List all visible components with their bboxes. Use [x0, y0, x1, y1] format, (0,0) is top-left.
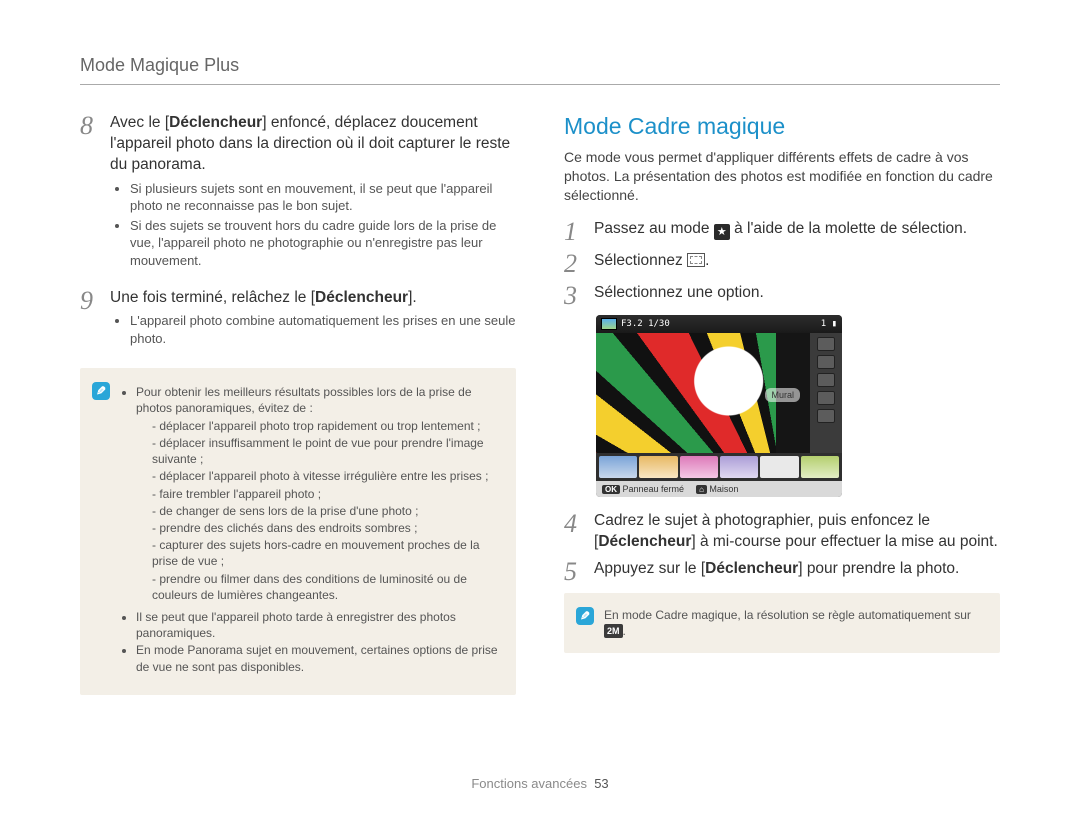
text: . [705, 252, 709, 269]
camera-bottom-bar: OK Panneau fermé ⌂ Maison [596, 481, 842, 497]
side-icon [817, 391, 835, 405]
step-number: 8 [80, 113, 98, 282]
frame-name-label: Mural [765, 388, 800, 402]
shutter-label: Déclencheur [705, 560, 798, 577]
bullet: Si des sujets se trouvent hors du cadre … [130, 217, 516, 270]
step-text: Sélectionnez une option. [594, 283, 764, 309]
text: Avec le [ [110, 114, 169, 131]
thumbnail-icon [601, 318, 617, 330]
frame-thumb [720, 456, 758, 478]
frame-thumb [680, 456, 718, 478]
tip-extra: Il se peut que l'appareil photo tarde à … [136, 609, 502, 641]
avoid-item: capturer des sujets hors-cadre en mouvem… [152, 537, 502, 569]
side-icon [817, 373, 835, 387]
step-4: 4 Cadrez le sujet à photographier, puis … [564, 511, 1000, 553]
side-icon [817, 409, 835, 423]
resolution-note-text: En mode Cadre magique, la résolution se … [604, 607, 986, 639]
side-icon [817, 355, 835, 369]
avoid-item: de changer de sens lors de la prise d'un… [152, 503, 502, 519]
side-icon [817, 337, 835, 351]
avoid-item: déplacer l'appareil photo trop rapidemen… [152, 418, 502, 434]
frame-thumb [760, 456, 798, 478]
frame-thumb [801, 456, 839, 478]
step-9-bullets: L'appareil photo combine automatiquement… [110, 312, 516, 347]
avoid-item: prendre ou filmer dans des conditions de… [152, 571, 502, 603]
step-8-bullets: Si plusieurs sujets sont en mouvement, i… [110, 180, 516, 270]
text: Appuyez sur le [ [594, 560, 705, 577]
camera-top-bar: F3.2 1/30 1 ▮ [596, 315, 842, 333]
avoid-item: faire trembler l'appareil photo ; [152, 486, 502, 502]
note-icon [92, 382, 110, 400]
step-5: 5 Appuyez sur le [Déclencheur] pour pren… [564, 559, 1000, 585]
frame-thumbnails [596, 453, 842, 481]
step-text: Appuyez sur le [Déclencheur] pour prendr… [594, 559, 959, 585]
step-text: Une fois terminé, relâchez le [Déclenche… [110, 288, 516, 360]
note-icon [576, 607, 594, 625]
text: Sélectionnez [594, 252, 687, 269]
step-number: 9 [80, 288, 98, 360]
step-text: Cadrez le sujet à photographier, puis en… [594, 511, 1000, 553]
text: ] pour prendre la photo. [798, 560, 959, 577]
step-3: 3 Sélectionnez une option. [564, 283, 1000, 309]
home-action-label: Maison [709, 484, 738, 494]
text: à l'aide de la molette de sélection. [730, 220, 967, 237]
home-key-icon: ⌂ [696, 485, 707, 494]
exposure-readout: F3.2 1/30 [621, 319, 670, 329]
page-number: 53 [594, 776, 608, 791]
page-footer: Fonctions avancées 53 [0, 776, 1080, 791]
resolution-note-box: En mode Cadre magique, la résolution se … [564, 593, 1000, 653]
avoid-item: déplacer insuffisamment le point de vue … [152, 435, 502, 467]
step-1: 1 Passez au mode ★ à l'aide de la molett… [564, 219, 1000, 245]
step-number: 4 [564, 511, 582, 553]
step-number: 3 [564, 283, 582, 309]
subsection-heading: Mode Cadre magique [564, 113, 1000, 140]
mode-dial-icon: ★ [714, 224, 730, 240]
shutter-label: Déclencheur [598, 533, 691, 550]
text: En mode Cadre magique, la résolution se … [604, 608, 971, 622]
step-text: Sélectionnez . [594, 251, 709, 277]
frame-thumb [599, 456, 637, 478]
camera-display-illustration: F3.2 1/30 1 ▮ Mural [596, 315, 842, 497]
live-view-image: Mural [596, 333, 810, 453]
step-8: 8 Avec le [Déclencheur] enfoncé, déplace… [80, 113, 516, 282]
tip-extra: En mode Panorama sujet en mouvement, cer… [136, 642, 502, 674]
subsection-intro: Ce mode vous permet d'appliquer différen… [564, 148, 1000, 205]
step-2: 2 Sélectionnez . [564, 251, 1000, 277]
shutter-label: Déclencheur [169, 114, 262, 131]
step-text: Avec le [Déclencheur] enfoncé, déplacez … [110, 113, 516, 282]
two-column-layout: 8 Avec le [Déclencheur] enfoncé, déplace… [80, 113, 1000, 695]
side-icons [810, 333, 842, 453]
text: Une fois terminé, relâchez le [ [110, 289, 315, 306]
avoid-item: déplacer l'appareil photo à vitesse irré… [152, 468, 502, 484]
tip-lead: Pour obtenir les meilleurs résultats pos… [136, 384, 502, 603]
tip-content: Pour obtenir les meilleurs résultats pos… [120, 382, 502, 681]
section-header: Mode Magique Plus [80, 55, 1000, 85]
ok-key-icon: OK [602, 485, 620, 494]
text: Passez au mode [594, 220, 714, 237]
step-9: 9 Une fois terminé, relâchez le [Déclenc… [80, 288, 516, 360]
tip-box: Pour obtenir les meilleurs résultats pos… [80, 368, 516, 695]
resolution-2m-icon: 2M [604, 624, 623, 638]
magic-frame-icon [687, 253, 705, 267]
step-number: 2 [564, 251, 582, 277]
text: . [623, 624, 626, 638]
ok-action-label: Panneau fermé [623, 484, 685, 494]
avoid-list: déplacer l'appareil photo trop rapidemen… [136, 418, 502, 603]
frame-thumb [639, 456, 677, 478]
left-column: 8 Avec le [Déclencheur] enfoncé, déplace… [80, 113, 516, 695]
text: ]. [408, 289, 417, 306]
avoid-item: prendre des clichés dans des endroits so… [152, 520, 502, 536]
right-column: Mode Cadre magique Ce mode vous permet d… [564, 113, 1000, 695]
shutter-label: Déclencheur [315, 289, 408, 306]
step-number: 1 [564, 219, 582, 245]
battery-indicator: 1 ▮ [821, 319, 837, 329]
bullet: Si plusieurs sujets sont en mouvement, i… [130, 180, 516, 215]
text: ] à mi-course pour effectuer la mise au … [691, 533, 997, 550]
bullet: L'appareil photo combine automatiquement… [130, 312, 516, 347]
footer-section: Fonctions avancées [471, 776, 587, 791]
step-number: 5 [564, 559, 582, 585]
manual-page: Mode Magique Plus 8 Avec le [Déclencheur… [0, 0, 1080, 815]
camera-live-view: Mural [596, 333, 842, 453]
step-text: Passez au mode ★ à l'aide de la molette … [594, 219, 967, 245]
